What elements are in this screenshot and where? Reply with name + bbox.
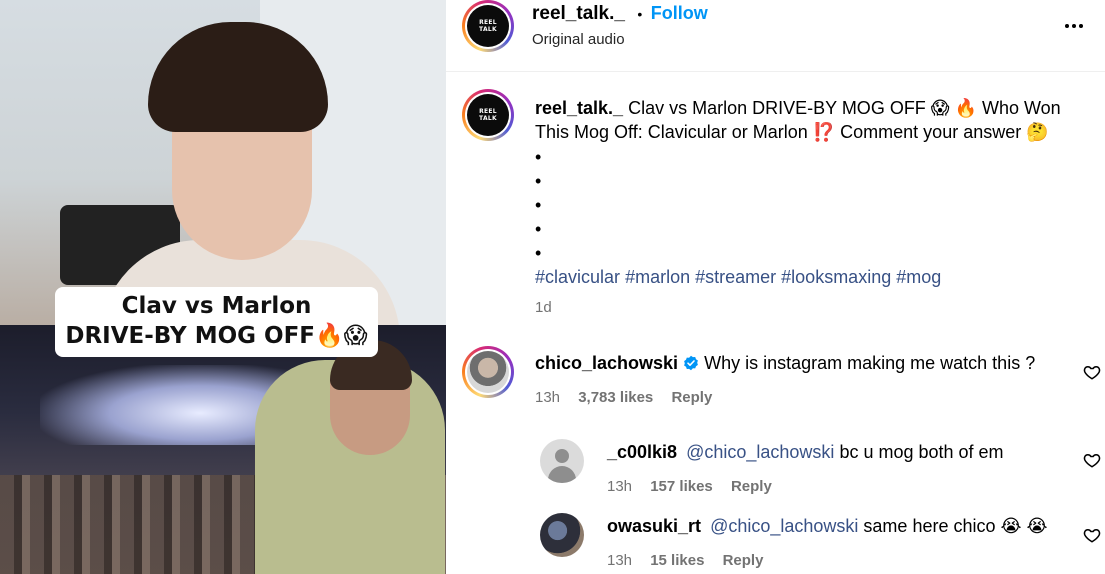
bullet-item: • [535, 219, 542, 239]
comment-time[interactable]: 13h [535, 389, 560, 406]
owasuki-avatar-image[interactable] [540, 513, 584, 557]
logo-text-line2: TALK [479, 26, 497, 33]
reply-comment: _c00lki8 @chico_lachowski bc u mog both … [607, 440, 1004, 464]
video-caption-overlay: Clav vs Marlon DRIVE-BY MOG OFF🔥😱 [55, 287, 378, 357]
chico-avatar-image [467, 351, 509, 393]
caption-author-avatar[interactable]: REEL TALK [462, 89, 514, 141]
comment-likes[interactable]: 3,783 likes [578, 389, 653, 406]
default-avatar-icon[interactable] [540, 439, 584, 483]
comment-meta: 13h 3,783 likes Reply [535, 389, 712, 406]
logo-text-line2: TALK [479, 115, 497, 122]
hashtag-link[interactable]: #streamer [695, 267, 776, 287]
post-header: REEL TALK reel_talk._ • Follow Original … [446, 0, 1105, 72]
more-options-icon[interactable] [1065, 18, 1089, 34]
reel-talk-logo: REEL TALK [467, 94, 509, 136]
reply-button[interactable]: Reply [671, 389, 712, 406]
reel-video[interactable]: Clav vs Marlon DRIVE-BY MOG OFF🔥😱 [0, 0, 446, 574]
bullet-item: • [535, 147, 542, 167]
comment-meta: 13h 157 likes Reply [607, 478, 772, 495]
author-avatar[interactable]: REEL TALK [462, 0, 514, 52]
comment-username[interactable]: _c00lki8 [607, 442, 677, 462]
post-caption: reel_talk._ Clav vs Marlon DRIVE-BY MOG … [535, 96, 1080, 144]
video-top-frame [0, 0, 446, 340]
comment-likes[interactable]: 15 likes [650, 552, 704, 569]
logo-text-line1: REEL [479, 108, 497, 115]
heart-icon[interactable] [1083, 526, 1101, 544]
video-caption-line2: DRIVE-BY MOG OFF🔥😱 [65, 323, 368, 349]
caption-username[interactable]: reel_talk._ [535, 98, 623, 118]
video-bottom-frame [0, 325, 446, 574]
comment-meta: 13h 15 likes Reply [607, 552, 763, 569]
comment-time[interactable]: 13h [607, 478, 632, 495]
hashtag-link[interactable]: #marlon [625, 267, 690, 287]
mention-link[interactable]: @chico_lachowski [710, 516, 858, 536]
reply-button[interactable]: Reply [731, 478, 772, 495]
bullet-item: • [535, 171, 542, 191]
comment-text: bc u mog both of em [839, 442, 1004, 462]
comment: chico_lachowski Why is instagram making … [535, 351, 1055, 375]
follow-button[interactable]: Follow [651, 3, 708, 23]
hashtag-list: #clavicular #marlon #streamer #looksmaxi… [535, 265, 941, 289]
post-time[interactable]: 1d [535, 299, 552, 316]
hashtag-link[interactable]: #mog [896, 267, 941, 287]
bullet-item: • [535, 243, 542, 263]
comment-likes[interactable]: 157 likes [650, 478, 713, 495]
comment-username[interactable]: chico_lachowski [535, 353, 678, 373]
comment-text: same here chico 😭 😭 [863, 516, 1048, 536]
bullet-item: • [535, 195, 542, 215]
hashtag-link[interactable]: #looksmaxing [781, 267, 891, 287]
comment-text: Why is instagram making me watch this ? [704, 353, 1036, 373]
header-separator: • [637, 6, 643, 22]
comment-avatar[interactable] [462, 346, 514, 398]
audio-label[interactable]: Original audio [532, 31, 625, 48]
video-caption-line1: Clav vs Marlon [121, 293, 312, 319]
mention-link[interactable]: @chico_lachowski [686, 442, 834, 462]
hashtag-link[interactable]: #clavicular [535, 267, 620, 287]
heart-icon[interactable] [1083, 363, 1101, 381]
reply-comment: owasuki_rt @chico_lachowski same here ch… [607, 514, 1048, 538]
logo-text-line1: REEL [479, 19, 497, 26]
reply-button[interactable]: Reply [723, 552, 764, 569]
heart-icon[interactable] [1083, 451, 1101, 469]
reel-talk-logo: REEL TALK [467, 5, 509, 47]
verified-badge-icon [684, 355, 698, 371]
caption-bullets: • • • • • [535, 145, 541, 265]
post-panel: REEL TALK reel_talk._ • Follow Original … [446, 0, 1105, 574]
comment-time[interactable]: 13h [607, 552, 632, 569]
header-username[interactable]: reel_talk._ [532, 3, 625, 24]
comment-username[interactable]: owasuki_rt [607, 516, 701, 536]
